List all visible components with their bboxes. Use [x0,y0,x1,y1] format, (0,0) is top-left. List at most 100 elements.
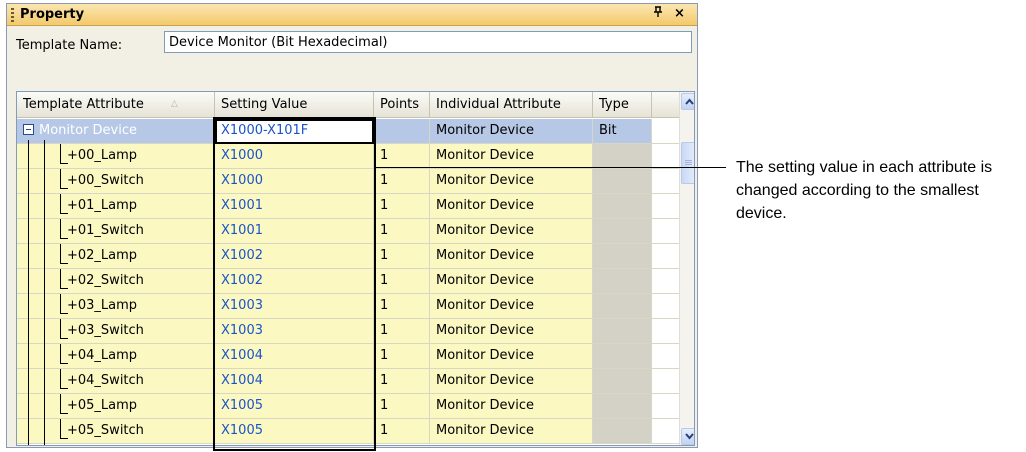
individual-attribute-cell[interactable]: Monitor Device [430,244,593,269]
filler-cell [652,144,679,169]
close-icon[interactable]: × [674,6,685,21]
attribute-label: +03_Switch [67,323,144,338]
scroll-thumb[interactable] [681,142,694,184]
type-cell[interactable] [593,169,652,194]
points-cell[interactable]: 1 [374,169,430,194]
attribute-cell[interactable]: +01_Lamp [17,194,215,219]
individual-attribute-cell[interactable]: Monitor Device [430,269,593,294]
column-header-type[interactable]: Type [593,92,652,118]
attribute-cell[interactable]: +04_Lamp [17,344,215,369]
attribute-label: +01_Switch [67,223,144,238]
attribute-label: +00_Lamp [67,148,138,163]
type-cell[interactable] [593,369,652,394]
tree-connector [60,144,61,164]
points-cell[interactable]: 1 [374,319,430,344]
callout-line [376,167,726,168]
type-cell[interactable] [593,294,652,319]
scroll-up-button[interactable] [681,93,694,110]
callout-text: The setting value in each attribute is c… [736,159,993,222]
type-cell[interactable] [593,419,652,444]
attribute-cell[interactable]: +01_Switch [17,219,215,244]
individual-attribute-cell[interactable]: Monitor Device [430,169,593,194]
tree-connector [60,369,61,389]
points-cell[interactable]: 1 [374,369,430,394]
type-cell[interactable]: Bit [593,119,652,144]
filler-cell [652,219,679,244]
tree-connector [60,294,61,314]
attribute-cell[interactable]: +02_Lamp [17,244,215,269]
points-cell[interactable] [374,119,430,144]
type-cell[interactable] [593,394,652,419]
points-cell[interactable]: 1 [374,394,430,419]
grip-icon[interactable] [11,8,14,22]
attribute-cell[interactable]: +00_Switch [17,169,215,194]
attribute-label: +00_Switch [67,173,144,188]
column-header-points[interactable]: Points [374,92,430,118]
attribute-cell[interactable]: +03_Lamp [17,294,215,319]
attribute-cell[interactable]: +02_Switch [17,269,215,294]
tree-connector [60,438,68,439]
tree-connector [60,419,61,439]
tree-connector [60,194,61,214]
individual-attribute-cell[interactable]: Monitor Device [430,419,593,444]
individual-attribute-cell[interactable]: Monitor Device [430,294,593,319]
attribute-label: +01_Lamp [67,198,138,213]
attribute-label: +03_Lamp [67,298,138,313]
type-cell[interactable] [593,144,652,169]
attribute-cell[interactable]: +05_Lamp [17,394,215,419]
individual-attribute-cell[interactable]: Monitor Device [430,194,593,219]
scroll-down-button[interactable] [681,428,694,445]
points-cell[interactable]: 1 [374,269,430,294]
panel-title-bar[interactable]: Property × [7,4,697,26]
column-header-filler [652,92,679,118]
points-cell[interactable]: 1 [374,294,430,319]
type-cell[interactable] [593,244,652,269]
type-cell[interactable] [593,194,652,219]
points-cell[interactable]: 1 [374,194,430,219]
grid-header: Template Attribute △ Setting Value Point… [17,92,679,118]
tree-connector [60,169,61,189]
attribute-cell[interactable]: Monitor Device [17,119,215,144]
points-cell[interactable]: 1 [374,144,430,169]
pin-icon[interactable] [653,6,663,22]
vertical-scrollbar[interactable] [679,92,694,445]
tree-connector [60,394,61,414]
points-cell[interactable]: 1 [374,244,430,269]
individual-attribute-cell[interactable]: Monitor Device [430,344,593,369]
attribute-cell[interactable]: +04_Switch [17,369,215,394]
tree-connector [60,263,68,264]
filler-cell [652,119,679,144]
individual-attribute-cell[interactable]: Monitor Device [430,369,593,394]
filler-cell [652,344,679,369]
sort-arrow-icon: △ [171,99,178,109]
individual-attribute-cell[interactable]: Monitor Device [430,119,593,144]
type-cell[interactable] [593,344,652,369]
points-cell[interactable]: 1 [374,344,430,369]
individual-attribute-cell[interactable]: Monitor Device [430,219,593,244]
column-header-setting-value[interactable]: Setting Value [215,92,374,118]
filler-cell [652,419,679,444]
type-cell[interactable] [593,269,652,294]
individual-attribute-cell[interactable]: Monitor Device [430,144,593,169]
column-header-individual-attribute[interactable]: Individual Attribute [430,92,593,118]
individual-attribute-cell[interactable]: Monitor Device [430,319,593,344]
attribute-cell[interactable]: +00_Lamp [17,144,215,169]
attribute-cell[interactable]: +05_Switch [17,419,215,444]
tree-connector [60,338,68,339]
individual-attribute-cell[interactable]: Monitor Device [430,394,593,419]
type-cell[interactable] [593,319,652,344]
filler-cell [652,369,679,394]
column-header-template-attribute[interactable]: Template Attribute [17,92,215,118]
tree-connector [60,319,61,339]
template-name-input[interactable] [164,31,692,53]
points-cell[interactable]: 1 [374,219,430,244]
collapse-icon[interactable] [23,124,34,135]
points-cell[interactable]: 1 [374,419,430,444]
tree-connector [60,244,61,264]
type-cell[interactable] [593,219,652,244]
tree-connector [60,344,61,364]
attribute-cell[interactable]: +03_Switch [17,319,215,344]
tree-connector [60,269,61,289]
attribute-label: +04_Lamp [67,348,138,363]
attribute-label: +04_Switch [67,373,144,388]
